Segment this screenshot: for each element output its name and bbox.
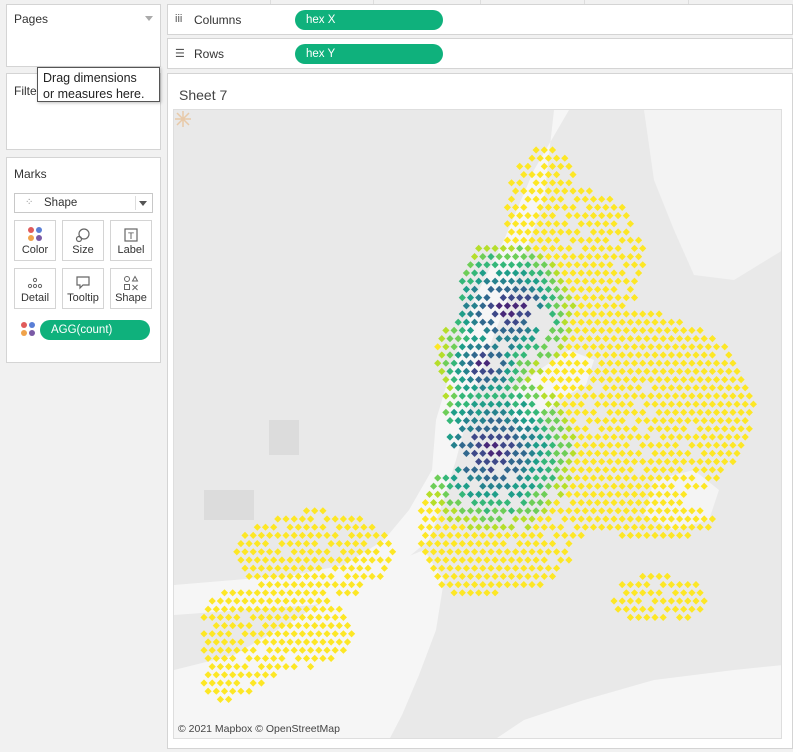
mark-type-dropdown[interactable]: ⁘ Shape: [14, 193, 153, 213]
map-attribution: © 2021 Mapbox © OpenStreetMap: [178, 723, 340, 735]
tooltip-label: Tooltip: [67, 292, 99, 304]
size-button[interactable]: Size: [62, 220, 104, 261]
color-icon: [21, 322, 35, 339]
shape-icon: ⁘: [25, 197, 34, 208]
label-label: Label: [117, 244, 145, 256]
tooltip-line-2: or measures here.: [43, 87, 145, 101]
color-button[interactable]: Color: [14, 220, 56, 261]
mark-type-value: Shape: [44, 197, 78, 209]
columns-icon: iii: [175, 13, 183, 25]
drop-hint-tooltip: Drag dimensions or measures here.: [37, 67, 160, 102]
tooltip-button[interactable]: Tooltip: [62, 268, 104, 309]
map-park: [204, 490, 254, 520]
size-icon: [63, 227, 103, 243]
tooltip-icon: [63, 275, 103, 291]
size-label: Size: [72, 244, 94, 256]
label-button[interactable]: T Label: [110, 220, 152, 261]
marks-card: Marks ⁘ Shape Color Size T Label Detail …: [6, 157, 161, 363]
columns-shelf[interactable]: iii Columns hex X: [167, 4, 793, 35]
detail-label: Detail: [20, 292, 50, 304]
tooltip-line-1: Drag dimensions: [43, 71, 137, 85]
detail-button[interactable]: Detail: [14, 268, 56, 309]
columns-label: Columns: [194, 13, 242, 27]
pages-title: Pages: [14, 12, 49, 26]
label-icon: T: [111, 227, 151, 243]
chevron-down-icon[interactable]: [145, 16, 153, 21]
shape-icon: [111, 275, 151, 291]
map-park: [269, 420, 299, 455]
svg-text:T: T: [127, 232, 134, 242]
rows-label: Rows: [194, 47, 225, 61]
shape-label: Shape: [115, 292, 147, 304]
detail-icon: [15, 275, 55, 291]
tableau-logo-icon: [175, 111, 191, 127]
hex-map-view[interactable]: © 2021 Mapbox © OpenStreetMap: [173, 109, 782, 739]
color-field-pill[interactable]: AGG(count): [40, 320, 150, 340]
marks-title: Marks: [14, 167, 47, 181]
rows-shelf[interactable]: ☰ Rows hex Y: [167, 38, 793, 69]
map-canvas: [174, 110, 781, 738]
shape-button[interactable]: Shape: [110, 268, 152, 309]
sheet-title: Sheet 7: [179, 87, 228, 103]
rows-icon: ☰: [175, 48, 185, 60]
color-icon: [15, 227, 55, 243]
color-label: Color: [21, 244, 49, 256]
rows-pill[interactable]: hex Y: [295, 44, 443, 64]
columns-pill[interactable]: hex X: [295, 10, 443, 30]
chevron-down-icon[interactable]: [135, 196, 149, 210]
pages-shelf[interactable]: Pages: [6, 4, 161, 67]
